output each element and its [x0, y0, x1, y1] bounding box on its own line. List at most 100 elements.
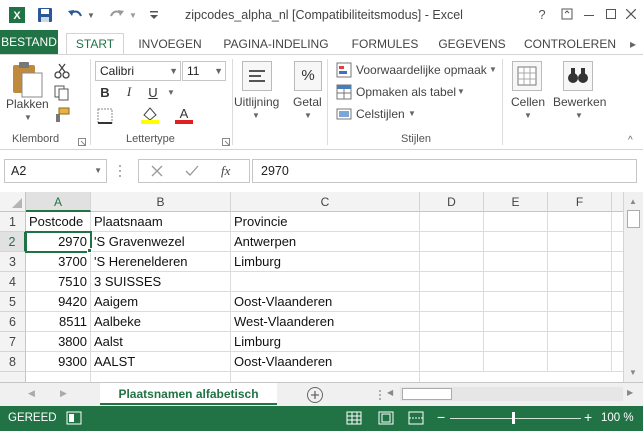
font-launcher-icon[interactable] — [222, 135, 230, 149]
cell-g3[interactable] — [612, 252, 623, 272]
edit-dropdown-icon[interactable]: ▼ — [575, 111, 583, 120]
row-header[interactable]: 4 — [0, 272, 26, 292]
insert-function-button[interactable]: fx — [221, 163, 230, 179]
customize-toolbar-icon[interactable] — [148, 6, 160, 24]
cell-d3[interactable] — [420, 252, 484, 272]
hscroll-right-icon[interactable]: ▶ — [627, 388, 633, 397]
cell-styles-icon[interactable] — [336, 106, 352, 125]
alignment-button[interactable]: Uitlijning — [234, 95, 279, 109]
edit-button[interactable]: Bewerken — [553, 95, 606, 109]
cell-e1[interactable] — [484, 212, 548, 232]
format-painter-icon[interactable] — [54, 107, 70, 126]
cell-f2[interactable] — [548, 232, 612, 252]
close-icon[interactable] — [620, 4, 642, 24]
cell-g1[interactable] — [612, 212, 623, 232]
row-header[interactable]: 6 — [0, 312, 26, 332]
cell-a5[interactable]: 9420 — [26, 292, 91, 312]
undo-dropdown-icon[interactable]: ▼ — [86, 6, 96, 24]
cell-a2[interactable]: 2970 — [25, 231, 92, 253]
sheet-tabs-grip-icon[interactable] — [378, 389, 382, 404]
row-header[interactable]: 7 — [0, 332, 26, 352]
cell-e2[interactable] — [484, 232, 548, 252]
cell-b5[interactable]: Aaigem — [91, 292, 231, 312]
font-size-select[interactable]: 11 ▼ — [182, 61, 226, 81]
cell-g6[interactable] — [612, 312, 623, 332]
sheet-tab-active[interactable]: Plaatsnamen alfabetisch — [100, 383, 277, 405]
cell-g8[interactable] — [612, 352, 623, 372]
cell-c2[interactable]: Antwerpen — [231, 232, 420, 252]
vertical-scroll-thumb[interactable] — [627, 210, 640, 228]
row-header[interactable]: 5 — [0, 292, 26, 312]
cell-d6[interactable] — [420, 312, 484, 332]
binoculars-icon[interactable] — [563, 61, 593, 91]
help-button[interactable]: ? — [531, 4, 553, 24]
row-header[interactable] — [0, 372, 26, 382]
font-color-icon[interactable]: A — [174, 105, 194, 128]
conditional-format-dropdown-icon[interactable]: ▼ — [489, 65, 497, 74]
cell-c7[interactable]: Limburg — [231, 332, 420, 352]
ribbon-display-icon[interactable] — [556, 4, 578, 24]
column-header-d[interactable]: D — [420, 192, 484, 212]
zoom-in-icon[interactable]: + — [584, 409, 592, 425]
horizontal-scroll-thumb[interactable] — [402, 388, 452, 400]
cell-e6[interactable] — [484, 312, 548, 332]
zoom-out-icon[interactable]: − — [437, 409, 445, 425]
cell-b9[interactable] — [91, 372, 231, 382]
tab-review[interactable]: CONTROLEREN — [524, 33, 616, 54]
cell-a4[interactable]: 7510 — [26, 272, 91, 292]
zoom-level[interactable]: 100 % — [601, 412, 634, 424]
row-header[interactable]: 8 — [0, 352, 26, 372]
cell-f3[interactable] — [548, 252, 612, 272]
fill-handle[interactable] — [87, 248, 92, 253]
zoom-slider-thumb[interactable] — [512, 412, 515, 424]
column-header-a[interactable]: A — [26, 192, 91, 212]
cell-c1[interactable]: Provincie — [231, 212, 420, 232]
paste-icon[interactable] — [10, 61, 44, 99]
page-layout-view-icon[interactable] — [378, 411, 394, 428]
tab-home[interactable]: START — [66, 33, 124, 54]
conditional-format-icon[interactable] — [336, 62, 352, 81]
cell-g4[interactable] — [612, 272, 623, 292]
cell-f4[interactable] — [548, 272, 612, 292]
italic-button[interactable]: I — [120, 83, 138, 101]
format-as-table-dropdown-icon[interactable]: ▼ — [457, 87, 465, 96]
number-dropdown-icon[interactable]: ▼ — [304, 111, 312, 120]
cell-b6[interactable]: Aalbeke — [91, 312, 231, 332]
cell-styles-dropdown-icon[interactable]: ▼ — [408, 109, 416, 118]
tabs-scroll-right-icon[interactable]: ▸ — [626, 33, 640, 54]
cell-a9[interactable] — [26, 372, 91, 382]
cells-dropdown-icon[interactable]: ▼ — [524, 111, 532, 120]
cell-e5[interactable] — [484, 292, 548, 312]
cell-b8[interactable]: AALST — [91, 352, 231, 372]
column-header-g[interactable] — [612, 192, 623, 212]
cell-d7[interactable] — [420, 332, 484, 352]
zoom-slider-track[interactable] — [450, 418, 581, 419]
bold-button[interactable]: B — [96, 83, 114, 101]
cell-b7[interactable]: Aalst — [91, 332, 231, 352]
format-as-table-button[interactable]: Opmaken als tabel — [356, 85, 456, 99]
cell-a6[interactable]: 8511 — [26, 312, 91, 332]
cell-f1[interactable] — [548, 212, 612, 232]
alignment-dropdown-icon[interactable]: ▼ — [252, 111, 260, 120]
cell-b4[interactable]: 3 SUISSES — [91, 272, 231, 292]
cell-c8[interactable]: Oost-Vlaanderen — [231, 352, 420, 372]
cell-a3[interactable]: 3700 — [26, 252, 91, 272]
normal-view-icon[interactable] — [346, 411, 362, 428]
cell-f6[interactable] — [548, 312, 612, 332]
select-all-corner[interactable] — [0, 192, 26, 212]
paste-dropdown-icon[interactable]: ▼ — [24, 113, 32, 122]
cell-e8[interactable] — [484, 352, 548, 372]
add-sheet-icon[interactable] — [306, 386, 324, 407]
save-icon[interactable] — [36, 6, 54, 24]
scroll-down-icon[interactable]: ▼ — [629, 368, 637, 377]
conditional-format-button[interactable]: Voorwaardelijke opmaak — [356, 63, 487, 77]
undo-icon[interactable] — [66, 6, 84, 24]
cell-c3[interactable]: Limburg — [231, 252, 420, 272]
horizontal-scrollbar[interactable] — [400, 387, 623, 401]
fill-color-icon[interactable] — [140, 105, 160, 128]
cell-b2[interactable]: 'S Gravenwezel — [91, 232, 231, 252]
cell-e4[interactable] — [484, 272, 548, 292]
column-header-e[interactable]: E — [484, 192, 548, 212]
underline-dropdown-icon[interactable]: ▼ — [162, 83, 180, 101]
formula-input[interactable]: 2970 — [252, 159, 637, 183]
